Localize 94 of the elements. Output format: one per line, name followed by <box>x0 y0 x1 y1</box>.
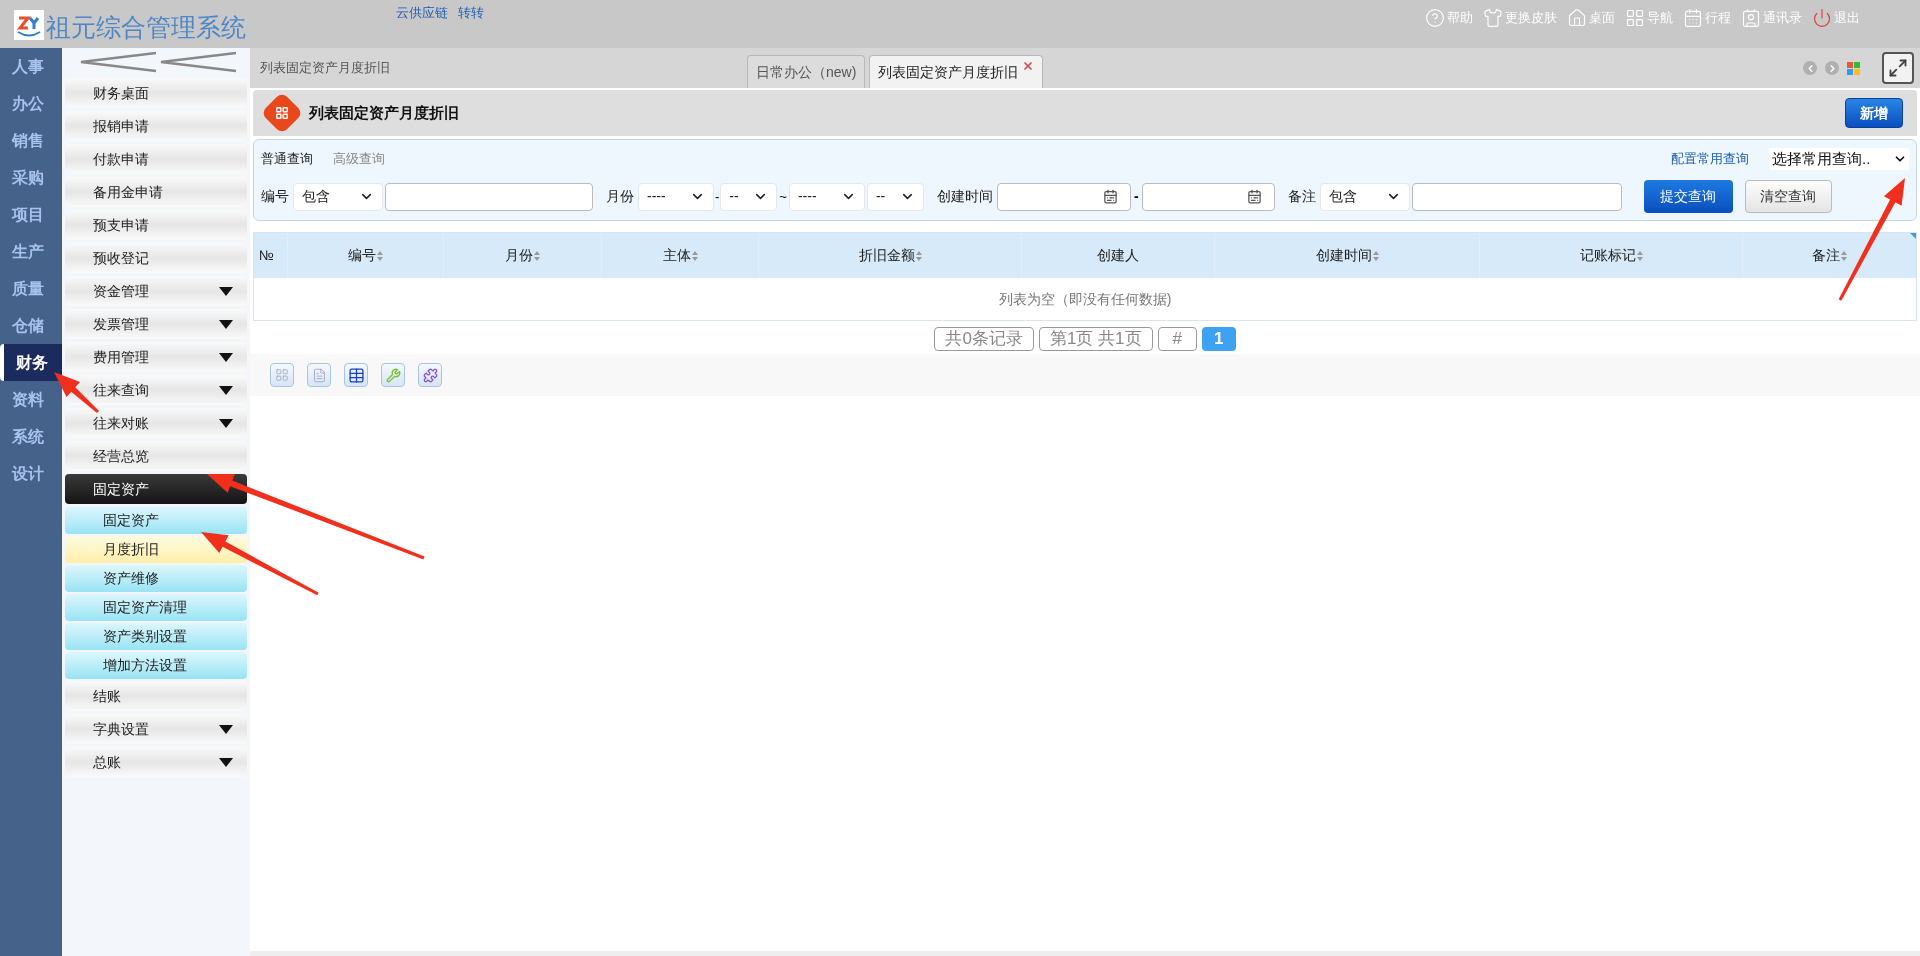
clear-query-button[interactable]: 清空查询 <box>1744 180 1832 213</box>
submenu-item[interactable]: 资产维修 <box>65 565 247 592</box>
shirt-icon <box>1483 8 1503 28</box>
operator-select[interactable]: 包含 <box>293 182 383 211</box>
date-input[interactable] <box>1141 182 1275 211</box>
filter-label: 月份 <box>606 187 634 206</box>
menu-group[interactable]: 发票管理 <box>65 309 247 339</box>
sort-icon[interactable] <box>1841 250 1847 261</box>
menu-group[interactable]: 费用管理 <box>65 342 247 372</box>
record-count: 共0条记录 <box>934 327 1034 351</box>
filter-label: 备注 <box>1287 187 1316 206</box>
scroll-left-icon[interactable] <box>1803 61 1817 75</box>
tab[interactable]: 列表固定资产月度折旧 <box>869 55 1044 88</box>
menu-group[interactable]: 往来查询 <box>65 375 247 405</box>
menu-item[interactable]: 财务桌面 <box>65 78 247 108</box>
range-dash: - <box>715 187 720 206</box>
grid-icon[interactable] <box>270 363 294 387</box>
fullscreen-button[interactable] <box>1882 52 1914 84</box>
menu-item[interactable]: 经营总览 <box>65 441 247 471</box>
config-query-link[interactable]: 配置常用查询 <box>1671 149 1749 169</box>
calendar-icon <box>1683 8 1703 28</box>
grid-icon <box>1625 8 1645 28</box>
empty-message: 列表为空（即没有任何数据) <box>998 289 1172 309</box>
wrench-icon[interactable] <box>381 363 405 387</box>
menu-item[interactable]: 预收登记 <box>65 243 247 273</box>
caret-icon <box>219 757 233 767</box>
caret-icon <box>219 385 233 395</box>
column-header[interactable]: № <box>254 233 287 278</box>
caret-icon <box>219 286 233 296</box>
menu-group[interactable]: 资金管理 <box>65 276 247 306</box>
logo-icon <box>14 10 44 40</box>
caret-icon <box>219 352 233 362</box>
submenu-item[interactable]: 增加方法设置 <box>65 652 247 679</box>
menu-item[interactable]: 付款申请 <box>65 144 247 174</box>
menu-group[interactable]: 往来对账 <box>65 408 247 438</box>
corner-marker-icon <box>1910 233 1916 239</box>
power-icon <box>1812 8 1832 28</box>
range-dash: - <box>1133 187 1139 206</box>
house-icon <box>1567 8 1587 28</box>
filter-label: 编号 <box>261 187 289 206</box>
puzzle-icon[interactable] <box>418 363 442 387</box>
header-link[interactable]: 云供应链 <box>396 3 448 23</box>
submenu-item[interactable]: 固定资产 <box>65 507 247 534</box>
menu-item[interactable]: 结账 <box>65 681 247 711</box>
sort-icon[interactable] <box>1372 250 1379 261</box>
table-icon[interactable] <box>344 363 368 387</box>
app-title: 祖元综合管理系统 <box>46 12 246 43</box>
submit-query-button[interactable]: 提交查询 <box>1643 180 1733 213</box>
month-select[interactable]: -- <box>720 182 778 211</box>
page-info: 第1页 共1页 <box>1038 327 1153 351</box>
year-select[interactable]: ---- <box>638 182 714 211</box>
header-link[interactable]: 转转 <box>458 3 484 23</box>
menu-item[interactable]: 报销申请 <box>65 111 247 141</box>
color-squares-icon[interactable] <box>1847 61 1860 75</box>
caret-icon <box>219 418 233 428</box>
text-input[interactable] <box>1411 182 1622 211</box>
menu-group[interactable]: 总账 <box>65 747 247 777</box>
help-icon <box>1425 8 1445 28</box>
tab[interactable]: 日常办公（new) <box>747 55 866 88</box>
month-select[interactable]: -- <box>866 182 924 211</box>
module-tab[interactable]: 财务 <box>0 344 62 381</box>
sort-icon[interactable] <box>534 250 540 261</box>
menu-group[interactable]: 字典设置 <box>65 714 247 744</box>
query-mode-tab[interactable]: 普通查询 <box>261 149 313 169</box>
caret-icon <box>219 724 233 734</box>
year-select[interactable]: ---- <box>788 182 865 211</box>
scroll-right-icon[interactable] <box>1825 61 1839 75</box>
document-icon[interactable] <box>307 363 331 387</box>
filter-label: 创建时间 <box>936 187 993 206</box>
close-icon[interactable] <box>1022 60 1035 72</box>
saved-query-select[interactable]: 选择常用查询.. <box>1769 148 1909 170</box>
calendar-icon[interactable] <box>1102 189 1118 204</box>
date-input[interactable] <box>996 182 1131 211</box>
page-title: 列表固定资产月度折旧 <box>309 102 459 123</box>
breadcrumb: 列表固定资产月度折旧 <box>260 59 391 78</box>
contact-icon <box>1741 8 1761 28</box>
page-jump-button[interactable]: # <box>1157 327 1198 351</box>
sort-icon[interactable] <box>691 250 698 261</box>
caret-icon <box>219 319 233 329</box>
sort-icon[interactable] <box>1636 250 1643 261</box>
add-button[interactable]: 新增 <box>1845 98 1903 128</box>
operator-select[interactable]: 包含 <box>1319 182 1410 211</box>
menu-item[interactable]: 预支申请 <box>65 210 247 240</box>
text-input[interactable] <box>385 182 593 211</box>
expand-icon <box>1888 58 1908 78</box>
submenu-item[interactable]: 月度折旧 <box>65 536 247 563</box>
submenu-item[interactable]: 资产类别设置 <box>65 623 247 650</box>
calendar-icon[interactable] <box>1246 189 1262 204</box>
menu-group[interactable]: 固定资产 <box>65 474 247 504</box>
menu-item[interactable]: 备用金申请 <box>65 177 247 207</box>
submenu-item[interactable]: 固定资产清理 <box>65 594 247 621</box>
range-tilde: ~ <box>779 187 787 206</box>
sort-icon[interactable] <box>915 250 922 261</box>
sort-icon[interactable] <box>377 250 383 261</box>
